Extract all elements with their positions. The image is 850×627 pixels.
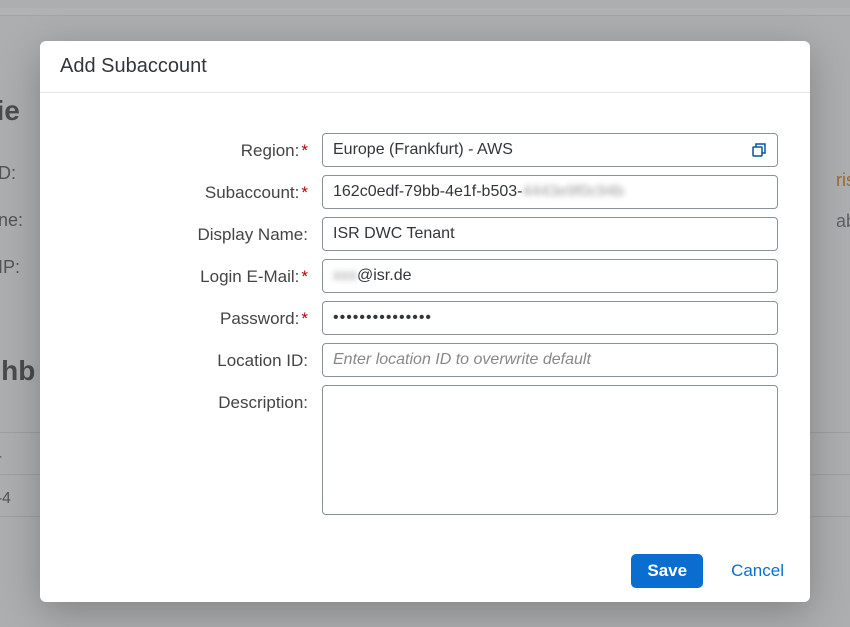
add-subaccount-dialog: Add Subaccount Region:* Europe (Frankfur… — [40, 41, 810, 602]
field-region: Region:* Europe (Frankfurt) - AWS — [72, 133, 778, 167]
field-location-id: Location ID: — [72, 343, 778, 377]
label-region: Region:* — [72, 133, 322, 161]
dialog-title: Add Subaccount — [40, 41, 810, 93]
dialog-body: Region:* Europe (Frankfurt) - AWS Subacc… — [40, 93, 810, 544]
label-display-name: Display Name: — [72, 217, 322, 245]
location-id-input[interactable] — [322, 343, 778, 377]
subaccount-input[interactable]: 162c0edf-79bb-4e1f-b503-4443e9f0c94b — [322, 175, 778, 209]
label-subaccount: Subaccount:* — [72, 175, 322, 203]
label-description: Description: — [72, 385, 322, 413]
login-email-input[interactable]: xxx@isr.de — [322, 259, 778, 293]
description-textarea[interactable] — [322, 385, 778, 515]
dialog-footer: Save Cancel — [40, 544, 810, 602]
label-login-email: Login E-Mail:* — [72, 259, 322, 287]
password-input[interactable] — [322, 301, 778, 335]
field-password: Password:* — [72, 301, 778, 335]
region-select[interactable]: Europe (Frankfurt) - AWS — [322, 133, 778, 167]
email-suffix: @isr.de — [357, 267, 411, 285]
field-description: Description: — [72, 385, 778, 518]
region-value: Europe (Frankfurt) - AWS — [323, 134, 749, 166]
email-blur: xxx — [333, 267, 357, 285]
label-location-id: Location ID: — [72, 343, 322, 371]
subaccount-prefix: 162c0edf-79bb-4e1f-b503- — [333, 183, 522, 201]
display-name-input[interactable] — [322, 217, 778, 251]
field-subaccount: Subaccount:* 162c0edf-79bb-4e1f-b503-444… — [72, 175, 778, 209]
field-login-email: Login E-Mail:* xxx@isr.de — [72, 259, 778, 293]
save-button[interactable]: Save — [631, 554, 703, 588]
label-password: Password:* — [72, 301, 322, 329]
subaccount-blur: 4443e9f0c94b — [522, 183, 623, 201]
cancel-button[interactable]: Cancel — [725, 554, 790, 588]
field-display-name: Display Name: — [72, 217, 778, 251]
popup-icon[interactable] — [749, 140, 769, 160]
